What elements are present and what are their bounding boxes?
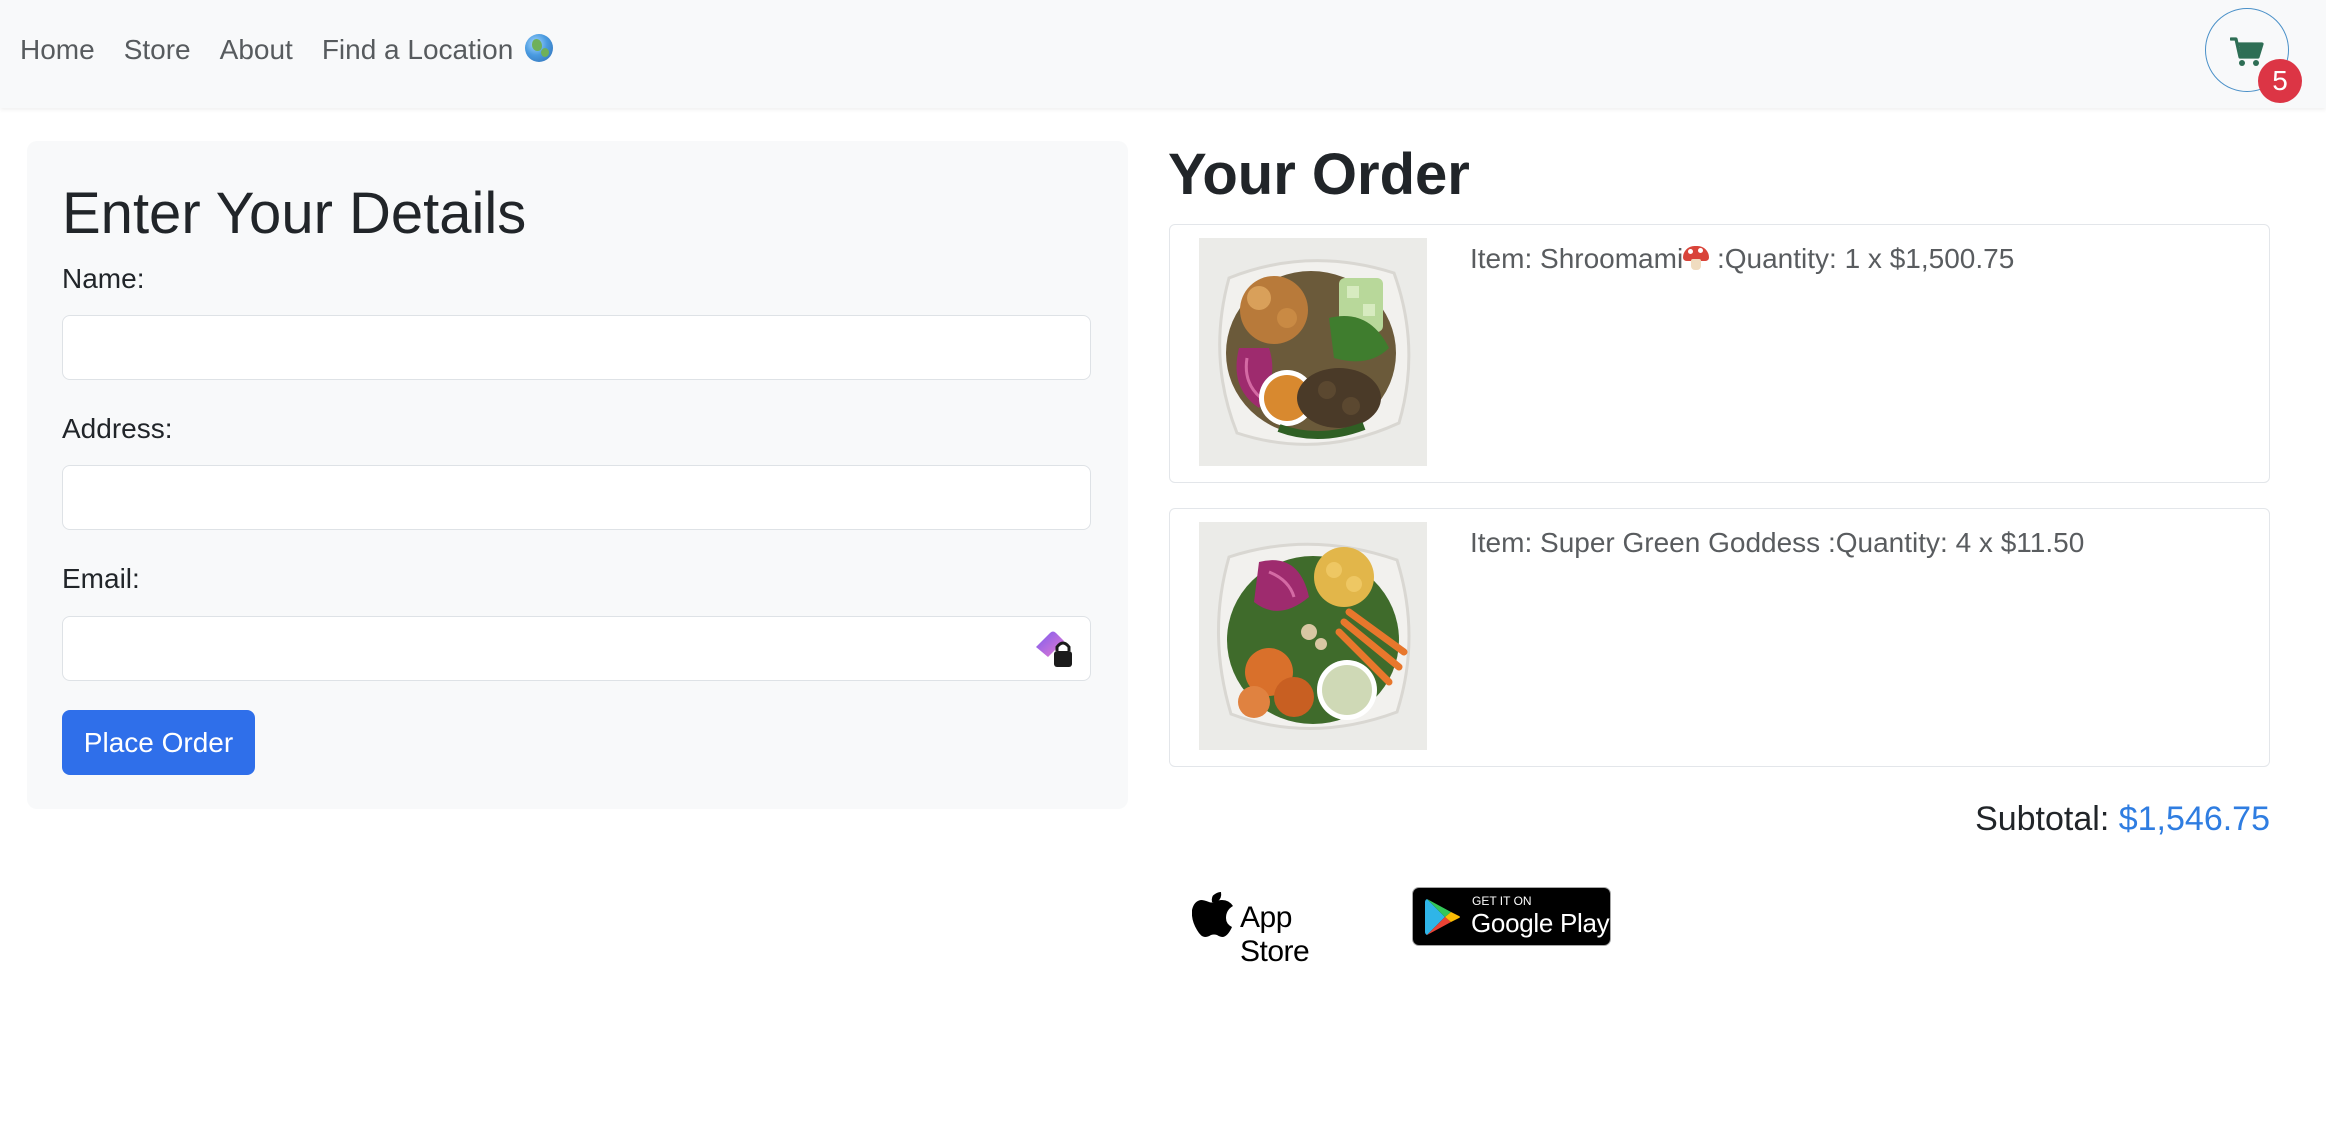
password-manager-icon[interactable] [1034, 629, 1076, 671]
apple-icon [1192, 892, 1233, 937]
google-play-small-label: GET IT ON [1472, 894, 1532, 908]
order-title: Your Order [1168, 142, 1470, 207]
google-play-label: Google Play [1471, 908, 1610, 938]
address-field[interactable] [62, 465, 1091, 530]
shroomami-bowl-image [1199, 238, 1427, 466]
order-item: Item: Super Green Goddess :Quantity: 4 x… [1169, 508, 2270, 767]
email-label: Email: [62, 563, 140, 594]
globe-icon [525, 34, 554, 62]
item-name: Item: Super Green Goddess [1470, 527, 1821, 558]
place-order-button[interactable]: Place Order [62, 710, 255, 775]
subtotal-value: $1,546.75 [2118, 800, 2270, 838]
app-store-label: App Store [1240, 901, 1310, 968]
order-item: Item: Shroomami :Quantity: 1 x $1,500.75 [1169, 224, 2270, 483]
item-quantity-price: :Quantity: 4 x $11.50 [1820, 527, 2085, 558]
order-item-text: Item: Super Green Goddess :Quantity: 4 x… [1470, 525, 2084, 561]
mushroom-emoji-icon [1683, 245, 1710, 271]
details-form-card: Enter Your Details Name: Address: Email:… [27, 141, 1128, 809]
email-field[interactable] [62, 616, 1091, 681]
name-label: Name: [62, 263, 145, 294]
nav-link-store[interactable]: Store [124, 30, 191, 70]
subtotal: Subtotal: $1,546.75 [1975, 797, 2270, 841]
nav-links: Home Store About Find a Location [20, 30, 554, 70]
name-field[interactable] [62, 315, 1091, 380]
form-title: Enter Your Details [62, 181, 527, 246]
item-quantity-price: :Quantity: 1 x $1,500.75 [1709, 243, 2015, 274]
nav-link-about[interactable]: About [220, 30, 293, 70]
subtotal-label: Subtotal: [1975, 800, 2110, 838]
app-store-badge[interactable]: App Store [1192, 888, 1362, 968]
google-play-badge[interactable]: GET IT ON Google Play [1412, 887, 1611, 946]
item-name: Item: Shroomami [1470, 243, 1684, 274]
google-play-icon [1425, 899, 1460, 935]
nav-link-find-location[interactable]: Find a Location [321, 30, 554, 70]
address-label: Address: [62, 413, 173, 444]
cart-count-badge: 5 [2258, 59, 2302, 103]
order-item-text: Item: Shroomami :Quantity: 1 x $1,500.75 [1470, 241, 2014, 277]
super-green-goddess-bowl-image [1199, 522, 1427, 750]
nav-link-find-location-label: Find a Location [321, 34, 514, 65]
shopping-cart-icon [2230, 37, 2264, 66]
nav-link-home[interactable]: Home [20, 30, 95, 70]
navbar: Home Store About Find a Location 5 [0, 0, 2326, 108]
